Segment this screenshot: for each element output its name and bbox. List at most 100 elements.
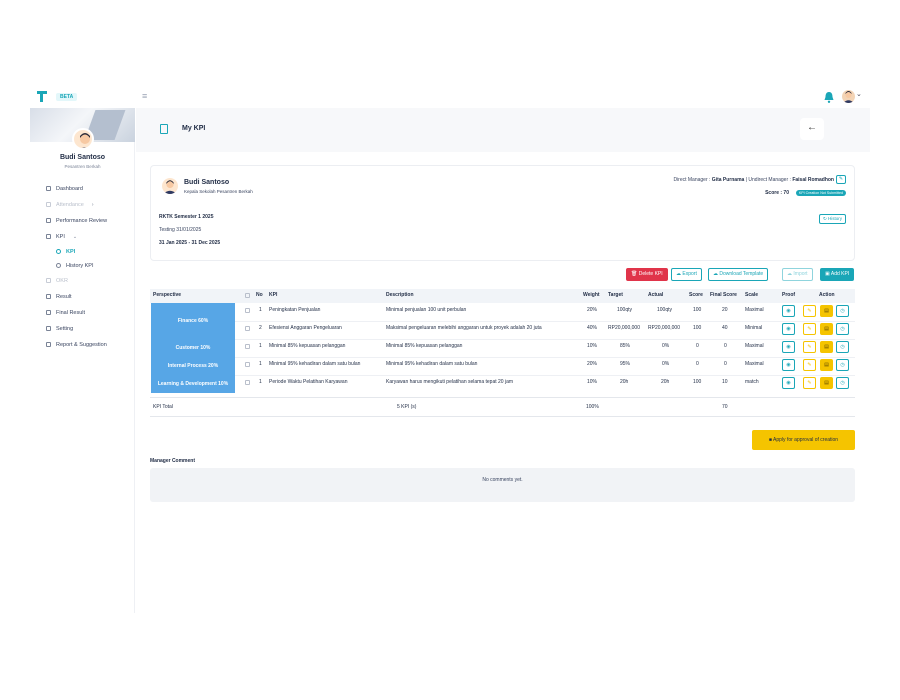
note-icon: ▤ — [824, 308, 829, 314]
cell-kpi: Efesiensi Anggaran Pengeluaran — [269, 325, 342, 331]
edit-button[interactable]: ✎ — [803, 359, 816, 371]
import-button[interactable]: ☁ Import — [782, 268, 813, 281]
eye-icon: ◉ — [786, 326, 791, 332]
row-checkbox[interactable] — [245, 308, 250, 313]
view-proof-button[interactable]: ◉ — [782, 323, 795, 335]
table-row: 1 Peningkatan Penjualan Minimal penjuala… — [150, 303, 855, 321]
history-row-button[interactable]: ◷ — [836, 377, 849, 389]
history-row-button[interactable]: ◷ — [836, 305, 849, 317]
header-actual: Actual — [648, 292, 664, 298]
apply-approval-button[interactable]: ■ Apply for approval of creation — [752, 430, 855, 450]
cell-no: 1 — [259, 361, 262, 367]
final-result-icon — [46, 310, 51, 315]
view-proof-button[interactable]: ◉ — [782, 359, 795, 371]
sidebar-item-dashboard[interactable]: Dashboard — [30, 181, 135, 197]
cell-scale: match — [745, 379, 759, 385]
back-button[interactable]: ← — [800, 118, 824, 140]
sidebar-item-performance-review[interactable]: Performance Review — [30, 213, 135, 229]
cell-target: 85% — [620, 343, 631, 349]
header-description: Description — [386, 292, 414, 298]
manager-comment-title: Manager Comment — [150, 458, 196, 464]
cell-scale: Minimal — [745, 325, 763, 331]
direct-manager-name: Gita Purnama — [711, 177, 745, 183]
history-row-button[interactable]: ◷ — [836, 341, 849, 353]
total-label: KPI Total — [153, 404, 173, 410]
attendance-icon — [46, 202, 51, 207]
cell-final-score: 0 — [724, 361, 727, 367]
result-icon — [46, 294, 51, 299]
manager-edit-icon[interactable]: ✎ — [836, 175, 846, 184]
sidebar-item-report-suggestion[interactable]: Report & Suggestion — [30, 337, 135, 353]
history-row-button[interactable]: ◷ — [836, 323, 849, 335]
cell-no: 2 — [259, 325, 262, 331]
comment-button[interactable]: ▤ — [820, 359, 833, 371]
comment-button[interactable]: ▤ — [820, 377, 833, 389]
sidebar-subitem-history-kpi[interactable]: History KPI — [30, 259, 135, 273]
cell-no: 1 — [259, 379, 262, 385]
edit-button[interactable]: ✎ — [803, 377, 816, 389]
row-checkbox[interactable] — [245, 344, 250, 349]
sidebar-item-final-result[interactable]: Final Result — [30, 305, 135, 321]
note-icon: ▤ — [824, 344, 829, 350]
sidebar-item-setting[interactable]: Setting — [30, 321, 135, 337]
kpi-icon — [46, 234, 51, 239]
sidebar-nav: Dashboard Attendance › Performance Review… — [30, 181, 135, 353]
select-all-checkbox[interactable] — [245, 293, 250, 298]
clock-icon: ◷ — [840, 326, 845, 332]
total-final-score: 70 — [722, 404, 728, 410]
page-header: My KPI ← — [136, 108, 870, 152]
export-button[interactable]: ☁ Export — [671, 268, 702, 281]
cell-target: 100qty — [617, 307, 633, 313]
cell-actual: 20h — [661, 379, 670, 385]
edit-button[interactable]: ✎ — [803, 305, 816, 317]
period-title: RKTK Semester 1 2025 — [159, 214, 214, 220]
chevron-down-icon[interactable]: ⌄ — [856, 90, 862, 98]
comment-button[interactable]: ▤ — [820, 323, 833, 335]
cell-actual: 0% — [662, 361, 670, 367]
sidebar-item-kpi[interactable]: KPI ⌄ — [30, 229, 135, 245]
history-row-button[interactable]: ◷ — [836, 359, 849, 371]
table-row: 2 Efesiensi Anggaran Pengeluaran Maksima… — [150, 321, 855, 339]
cell-actual: 100qty — [657, 307, 673, 313]
sidebar-item-result[interactable]: Result — [30, 289, 135, 305]
cell-description: Minimal 85% kepuasan pelanggan — [386, 343, 463, 349]
history-button[interactable]: ↻ History — [818, 214, 846, 224]
trash-icon: 🗑 — [631, 271, 638, 277]
app-logo-icon[interactable] — [37, 91, 47, 102]
edit-button[interactable]: ✎ — [803, 323, 816, 335]
cell-weight: 20% — [587, 361, 598, 367]
eye-icon: ◉ — [786, 344, 791, 350]
pencil-icon: ✎ — [807, 344, 812, 350]
cell-scale: Maximal — [745, 343, 764, 349]
edit-button[interactable]: ✎ — [803, 341, 816, 353]
employee-role: Kepala Sekolah Pesantren Berkah — [184, 189, 253, 194]
add-kpi-button[interactable]: ▣ Add KPI — [820, 268, 855, 281]
pencil-icon: ✎ — [807, 326, 812, 332]
header-target: Target — [608, 292, 623, 298]
view-proof-button[interactable]: ◉ — [782, 305, 795, 317]
bell-icon[interactable] — [824, 92, 834, 103]
header-final-score: Final Score — [710, 292, 737, 298]
user-avatar[interactable] — [842, 90, 855, 103]
view-proof-button[interactable]: ◉ — [782, 341, 795, 353]
chevron-down-icon: ⌄ — [72, 234, 78, 240]
menu-toggle-icon[interactable]: ≡ — [142, 91, 147, 101]
download-template-button[interactable]: ☁ Download Template — [708, 268, 769, 281]
kpi-total-row: KPI Total 5 KPI (s) 100% 70 — [150, 397, 855, 417]
comment-button[interactable]: ▤ — [820, 341, 833, 353]
clock-icon: ◷ — [840, 362, 845, 368]
delete-kpi-button[interactable]: 🗑 Delete KPI — [626, 268, 668, 281]
row-checkbox[interactable] — [245, 362, 250, 367]
clock-icon: ◷ — [840, 308, 845, 314]
comment-button[interactable]: ▤ — [820, 305, 833, 317]
pencil-icon: ✎ — [807, 362, 812, 368]
row-checkbox[interactable] — [245, 326, 250, 331]
sidebar-subitem-kpi[interactable]: KPI — [30, 245, 135, 259]
note-icon: ▤ — [824, 380, 829, 386]
table-row: 1 Periode Waktu Pelatihan Karyawan Karya… — [150, 375, 855, 393]
indirect-manager-label: | Undirect Manager : — [745, 177, 791, 183]
row-checkbox[interactable] — [245, 380, 250, 385]
cell-no: 1 — [259, 307, 262, 313]
view-proof-button[interactable]: ◉ — [782, 377, 795, 389]
cell-score: 0 — [696, 361, 699, 367]
